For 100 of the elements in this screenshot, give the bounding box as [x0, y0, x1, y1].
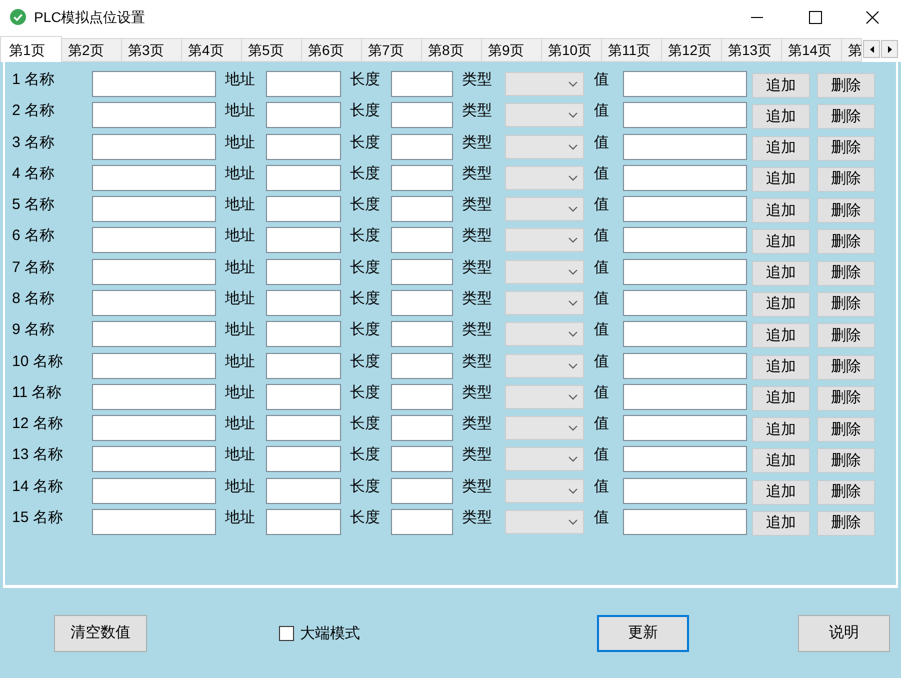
value-input[interactable] — [623, 321, 747, 348]
tab[interactable]: 第6页 — [302, 38, 362, 62]
name-input[interactable] — [92, 415, 216, 442]
delete-button[interactable]: 删除 — [817, 417, 875, 442]
tab[interactable]: 第12页 — [662, 38, 722, 62]
value-input[interactable] — [623, 71, 747, 97]
address-input[interactable] — [266, 508, 341, 535]
footer-button[interactable]: 更新 — [597, 615, 689, 652]
length-input[interactable] — [391, 384, 453, 410]
add-button[interactable]: 追加 — [752, 136, 810, 161]
name-input[interactable] — [92, 71, 216, 97]
delete-button[interactable]: 删除 — [817, 354, 875, 380]
delete-button[interactable]: 删除 — [817, 292, 875, 317]
address-input[interactable] — [266, 290, 341, 316]
tab[interactable]: 第14页 — [782, 38, 842, 62]
value-input[interactable] — [623, 164, 747, 191]
add-button[interactable]: 追加 — [752, 417, 810, 442]
checkbox[interactable] — [279, 626, 294, 641]
length-input[interactable] — [391, 478, 453, 504]
tab[interactable]: 第1页 — [0, 36, 62, 62]
delete-button[interactable]: 删除 — [817, 104, 875, 130]
tab[interactable]: 第8页 — [422, 38, 482, 62]
value-input[interactable] — [623, 384, 747, 410]
name-input[interactable] — [92, 290, 216, 316]
value-input[interactable] — [623, 102, 747, 128]
name-input[interactable] — [92, 227, 216, 254]
delete-button[interactable]: 删除 — [817, 136, 875, 161]
length-input[interactable] — [391, 258, 453, 285]
value-input[interactable] — [623, 446, 747, 472]
name-input[interactable] — [92, 258, 216, 285]
length-input[interactable] — [391, 196, 453, 222]
address-input[interactable] — [266, 321, 341, 348]
name-input[interactable] — [92, 102, 216, 128]
length-input[interactable] — [391, 71, 453, 97]
address-input[interactable] — [266, 134, 341, 160]
delete-button[interactable]: 删除 — [817, 448, 875, 474]
name-input[interactable] — [92, 446, 216, 472]
name-input[interactable] — [92, 508, 216, 535]
address-input[interactable] — [266, 71, 341, 97]
name-input[interactable] — [92, 478, 216, 504]
footer-button[interactable]: 说明 — [798, 615, 890, 652]
delete-button[interactable]: 删除 — [817, 166, 875, 192]
value-input[interactable] — [623, 508, 747, 535]
add-button[interactable]: 追加 — [752, 448, 810, 474]
add-button[interactable]: 追加 — [752, 166, 810, 192]
delete-button[interactable]: 删除 — [817, 229, 875, 254]
address-input[interactable] — [266, 102, 341, 128]
add-button[interactable]: 追加 — [752, 386, 810, 411]
value-input[interactable] — [623, 352, 747, 379]
length-input[interactable] — [391, 102, 453, 128]
value-input[interactable] — [623, 134, 747, 160]
length-input[interactable] — [391, 134, 453, 160]
name-input[interactable] — [92, 321, 216, 348]
tab[interactable]: 第9页 — [482, 38, 542, 62]
tab[interactable]: 第 — [842, 38, 862, 62]
add-button[interactable]: 追加 — [752, 198, 810, 224]
scroll-left-button[interactable] — [863, 40, 880, 58]
tab[interactable]: 第4页 — [182, 38, 242, 62]
tab[interactable]: 第2页 — [62, 38, 122, 62]
value-input[interactable] — [623, 290, 747, 316]
name-input[interactable] — [92, 134, 216, 160]
name-input[interactable] — [92, 352, 216, 379]
value-input[interactable] — [623, 258, 747, 285]
address-input[interactable] — [266, 196, 341, 222]
address-input[interactable] — [266, 446, 341, 472]
delete-button[interactable]: 删除 — [817, 480, 875, 505]
tab[interactable]: 第11页 — [602, 38, 662, 62]
name-input[interactable] — [92, 384, 216, 410]
value-input[interactable] — [623, 227, 747, 254]
address-input[interactable] — [266, 352, 341, 379]
address-input[interactable] — [266, 415, 341, 442]
address-input[interactable] — [266, 164, 341, 191]
name-input[interactable] — [92, 164, 216, 191]
tab[interactable]: 第5页 — [242, 38, 302, 62]
tab[interactable]: 第7页 — [362, 38, 422, 62]
length-input[interactable] — [391, 446, 453, 472]
address-input[interactable] — [266, 258, 341, 285]
add-button[interactable]: 追加 — [752, 292, 810, 317]
delete-button[interactable]: 删除 — [817, 323, 875, 348]
add-button[interactable]: 追加 — [752, 73, 810, 98]
address-input[interactable] — [266, 478, 341, 504]
scroll-right-button[interactable] — [881, 40, 898, 58]
add-button[interactable]: 追加 — [752, 323, 810, 348]
delete-button[interactable]: 删除 — [817, 510, 875, 536]
delete-button[interactable]: 删除 — [817, 73, 875, 98]
value-input[interactable] — [623, 478, 747, 504]
length-input[interactable] — [391, 415, 453, 442]
value-input[interactable] — [623, 196, 747, 222]
delete-button[interactable]: 删除 — [817, 260, 875, 286]
value-input[interactable] — [623, 415, 747, 442]
delete-button[interactable]: 删除 — [817, 198, 875, 224]
add-button[interactable]: 追加 — [752, 510, 810, 536]
add-button[interactable]: 追加 — [752, 104, 810, 130]
add-button[interactable]: 追加 — [752, 229, 810, 254]
tab[interactable]: 第10页 — [542, 38, 602, 62]
address-input[interactable] — [266, 384, 341, 410]
footer-button[interactable]: 清空数值 — [54, 615, 147, 652]
delete-button[interactable]: 删除 — [817, 386, 875, 411]
length-input[interactable] — [391, 508, 453, 535]
address-input[interactable] — [266, 227, 341, 254]
